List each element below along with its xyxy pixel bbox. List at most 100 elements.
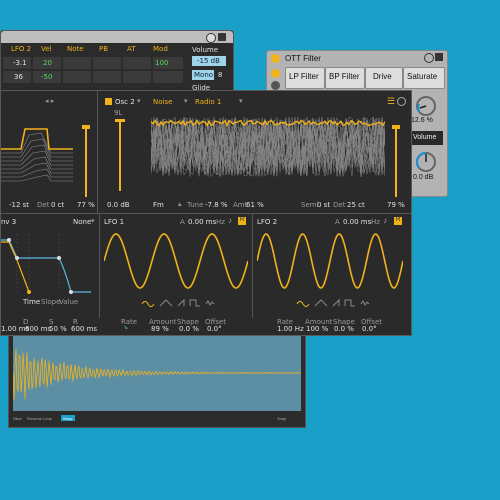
lfo2-r-badge: R [396, 217, 401, 223]
mod-cell[interactable] [93, 57, 121, 69]
lfo1-amount-value[interactable]: 89 % [151, 325, 169, 333]
lfo2-retrigger-button[interactable]: R [394, 217, 402, 225]
ott-side-icon-1[interactable] [271, 69, 280, 78]
voices-value[interactable]: 8 [218, 71, 222, 79]
tune-value[interactable]: -7.8 % [205, 201, 228, 209]
env-tab-value[interactable]: Value [59, 298, 78, 306]
lfo2-note-icon[interactable]: ♪ [383, 216, 387, 225]
lfo1-shape-value[interactable]: 0.0 % [179, 325, 199, 333]
mod-header-mod: Mod [153, 45, 168, 53]
semi-value[interactable]: 0 st [317, 201, 330, 209]
ott-knob-1[interactable] [415, 95, 437, 117]
ott-close-icon[interactable] [435, 53, 443, 61]
mod-header-note: Note [67, 45, 84, 53]
mod-cell[interactable] [63, 57, 91, 69]
mod-cell-value[interactable]: 36 [14, 73, 23, 81]
mod-cell[interactable] [123, 71, 151, 83]
osc2-level-handle[interactable] [115, 119, 125, 122]
env-tab-time[interactable]: Time [23, 298, 40, 306]
ott-hotswap-icon[interactable] [424, 53, 434, 63]
lfo1-rate-icon[interactable]: ↘ [123, 324, 128, 331]
env-tab-slope[interactable]: Slope [41, 298, 60, 306]
ott-tab-lp-filter[interactable]: LP Filter [285, 67, 325, 89]
ott-knob-2[interactable] [415, 151, 437, 173]
lfo1-offset-value[interactable]: 0.0° [207, 325, 222, 333]
mod-cell-value[interactable]: -50 [41, 73, 52, 81]
osc2-toggle[interactable] [105, 98, 112, 105]
env3-mode[interactable]: None [73, 218, 91, 226]
mod-cell[interactable] [123, 57, 151, 69]
ott-tab-label: Saturate [407, 72, 438, 81]
fm-chevron-icon[interactable]: ▴ [178, 200, 182, 208]
mod-header-vel: Vel [41, 45, 52, 53]
osc1-det-value[interactable]: 0 ct [51, 201, 64, 209]
lfo2-offset-value[interactable]: 0.0° [362, 325, 377, 333]
mod-window-close-icon[interactable] [218, 33, 226, 41]
ott-power-icon[interactable] [271, 54, 280, 63]
lfo2-shape-value[interactable]: 0.0 % [334, 325, 354, 333]
osc2-wavetable-display[interactable] [151, 109, 385, 181]
lfo1-a-value[interactable]: 0.00 ms [188, 218, 216, 226]
volume-value[interactable]: -15 dB [197, 57, 220, 65]
env3-graph[interactable] [1, 230, 97, 298]
lfo2-hz-label[interactable]: Hz [371, 218, 380, 226]
osc1-tune[interactable]: -12 st [9, 201, 29, 209]
mod-cell[interactable] [93, 71, 121, 83]
env3-mode-chevron-icon[interactable]: ▾ [91, 217, 95, 225]
osc2-chevron-icon[interactable]: ▾ [137, 97, 141, 105]
fm-label[interactable]: Fm [153, 201, 164, 209]
mod-toggle-icon[interactable] [206, 33, 216, 43]
env3-panel: nv 3 None ▾ Time Slope Value [1, 214, 100, 318]
osc2-right-handle[interactable] [392, 125, 400, 129]
lfo1-retrigger-button[interactable]: R [238, 217, 246, 225]
category-chevron-icon[interactable]: ▾ [184, 97, 188, 105]
ott-tab-label: BP Filter [329, 72, 360, 81]
env-value-r[interactable]: 600 ms [71, 325, 97, 333]
osc2-wavetable[interactable]: Radio 1 [195, 98, 221, 106]
mod-cell-value[interactable]: 20 [43, 59, 52, 67]
lfo1-note-icon[interactable]: ♪ [228, 216, 232, 225]
osc1-det-label: Det [37, 201, 50, 209]
osc1-level-handle[interactable] [82, 125, 90, 129]
osc2-right-fader[interactable] [395, 127, 397, 197]
footer-item-reverse[interactable]: Reverse [27, 416, 42, 421]
waveform-area[interactable] [13, 335, 301, 411]
footer-item-warp[interactable]: Warp [63, 416, 72, 421]
osc1-level-fader[interactable] [85, 127, 87, 197]
sample-waveform [13, 348, 301, 401]
osc1-arrows-icon[interactable]: ◂ ▸ [45, 97, 54, 105]
det-value[interactable]: 25 ct [347, 201, 365, 209]
ott-side-icon-2[interactable] [271, 81, 280, 90]
wavetable-chevron-icon[interactable]: ▾ [239, 97, 243, 105]
osc2-level-fader[interactable] [119, 121, 121, 191]
mod-cell-value[interactable]: -3.1 [13, 59, 27, 67]
lfo2-panel: LFO 2 A 0.00 ms Hz ♪ R [253, 214, 409, 318]
lfo2-amount-value[interactable]: 100 % [306, 325, 328, 333]
footer-item-loop[interactable]: Loop [43, 416, 52, 421]
menu-icon[interactable]: ☰ [387, 96, 395, 107]
osc1-wavetable-display [1, 128, 73, 182]
footer-item-slice[interactable]: Slice [13, 416, 22, 421]
ott-tab-drive[interactable]: Drive [365, 67, 403, 89]
mod-cell[interactable] [63, 71, 91, 83]
volume-label: Volume [192, 46, 219, 54]
lfo2-a-value[interactable]: 0.00 ms [343, 218, 371, 226]
footer-item-snap[interactable]: Snap [277, 416, 286, 421]
lfo2-shape-selector[interactable] [295, 298, 375, 308]
mono-label[interactable]: Mono [194, 71, 213, 79]
semi-label: Semi [301, 201, 319, 209]
mod-cell[interactable] [153, 71, 183, 83]
ott-tab-bp-filter[interactable]: BP Filter [325, 67, 365, 89]
settings-circle-icon[interactable] [397, 97, 406, 106]
amt-value[interactable]: 61 % [246, 201, 264, 209]
lfo1-hz-label[interactable]: Hz [216, 218, 225, 226]
osc2-category[interactable]: Noise [153, 98, 172, 106]
lfo2-rate-value[interactable]: 1.00 Hz [277, 325, 304, 333]
ott-tab-saturate[interactable]: Saturate [403, 67, 445, 89]
ott-volume-button[interactable]: Volume [411, 131, 443, 145]
lfo1-shape-selector[interactable] [140, 298, 220, 308]
lfo1-waveform [104, 233, 248, 289]
env-value-s[interactable]: 50 % [49, 325, 67, 333]
mod-cell-value[interactable]: 100 [155, 59, 168, 67]
env-value-d[interactable]: 600 ms [25, 325, 51, 333]
